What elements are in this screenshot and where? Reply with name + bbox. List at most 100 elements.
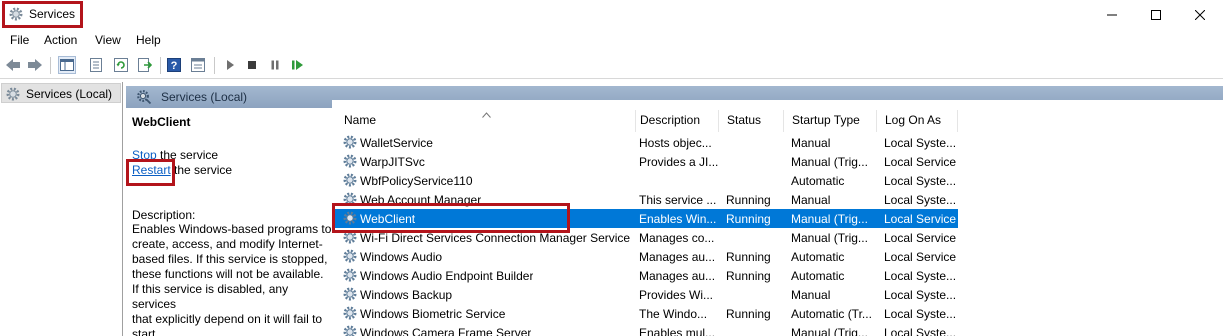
menu-view[interactable]: View	[95, 33, 121, 47]
menu-action[interactable]: Action	[44, 33, 77, 47]
title-bar: Services	[0, 0, 1223, 30]
start-icon	[227, 60, 234, 70]
view-icon	[191, 58, 205, 72]
description-text: Enables Windows-based programs to create…	[132, 222, 332, 336]
service-status-cell: Running	[726, 250, 771, 264]
service-startup-type-cell: Manual	[791, 136, 831, 150]
service-name-cell: Windows Audio	[360, 250, 443, 264]
service-row[interactable]: Windows Biometric Service The Windo... Run…	[332, 304, 958, 323]
service-name-cell: WalletService	[360, 136, 433, 150]
service-description-cell: Manages au...	[639, 250, 716, 264]
view-button[interactable]	[189, 56, 207, 74]
column-header-status[interactable]: Status	[719, 110, 784, 132]
restart-icon	[292, 60, 303, 70]
service-row[interactable]: WalletService Hosts objec... Manual Local S…	[332, 133, 958, 152]
forward-button[interactable]	[26, 56, 44, 74]
service-gear-icon	[343, 249, 357, 263]
menu-help[interactable]: Help	[136, 33, 161, 47]
service-log-on-as-cell: Local Syste...	[884, 269, 957, 283]
service-row[interactable]: WbfPolicyService110 Automatic Local Syste.…	[332, 171, 958, 190]
pause-service-button[interactable]	[266, 56, 284, 74]
column-header-startup-type[interactable]: Startup Type	[784, 110, 877, 132]
console-tree-icon	[60, 59, 74, 71]
column-header-log-on-as[interactable]: Log On As	[877, 110, 958, 132]
service-gear-icon	[343, 325, 357, 336]
start-service-button[interactable]	[221, 56, 239, 74]
refresh-button[interactable]	[112, 56, 130, 74]
service-gear-icon	[343, 268, 357, 282]
service-row[interactable]: Windows Audio Endpoint Builder Manages au…	[332, 266, 958, 285]
forward-icon	[28, 59, 42, 71]
service-startup-type-cell: Automatic	[791, 250, 845, 264]
service-description-cell: This service ...	[639, 193, 717, 207]
service-log-on-as-cell: Local Syste...	[884, 174, 957, 188]
column-header-description[interactable]: Description	[632, 110, 719, 132]
service-description-cell: Provides a JI...	[639, 155, 719, 169]
properties-icon	[90, 58, 102, 72]
service-startup-type-cell: Manual (Trig...	[791, 212, 868, 226]
properties-button[interactable]	[87, 56, 105, 74]
service-name-cell: Wi-Fi Direct Services Connection Manager…	[360, 231, 631, 245]
service-name-cell: Windows Camera Frame Server	[360, 326, 532, 336]
help-button[interactable]: ?	[165, 56, 183, 74]
service-log-on-as-cell: Local Syste...	[884, 326, 957, 336]
service-status-cell: Running	[726, 212, 771, 226]
service-startup-type-cell: Automatic	[791, 174, 845, 188]
service-log-on-as-cell: Local Syste...	[884, 193, 957, 207]
service-startup-type-cell: Manual (Trig...	[791, 231, 868, 245]
service-description-cell: Hosts objec...	[639, 136, 712, 150]
service-row[interactable]: Windows Audio Manages au... Running Automat…	[332, 247, 958, 266]
service-log-on-as-cell: Local Syste...	[884, 136, 957, 150]
maximize-icon	[1151, 10, 1161, 20]
restart-highlight-box	[126, 159, 175, 186]
service-name-cell: Windows Backup	[360, 288, 453, 302]
minimize-icon	[1107, 14, 1117, 16]
toolbar-separator	[214, 57, 215, 74]
service-description-cell: The Windo...	[639, 307, 708, 321]
tree-item-services-local[interactable]: Services (Local)	[1, 83, 121, 103]
service-startup-type-cell: Automatic	[791, 269, 845, 283]
restart-service-button[interactable]	[289, 56, 307, 74]
window-title: Services	[29, 7, 76, 21]
service-startup-type-cell: Automatic (Tr...	[791, 307, 872, 321]
service-description-cell: Manages au...	[639, 269, 716, 283]
back-icon	[6, 59, 20, 71]
service-name-cell: Windows Biometric Service	[360, 307, 506, 321]
menu-file[interactable]: File	[10, 33, 29, 47]
back-button[interactable]	[4, 56, 22, 74]
service-log-on-as-cell: Local Syste...	[884, 307, 957, 321]
close-button[interactable]	[1177, 0, 1223, 30]
service-gear-icon	[343, 173, 357, 187]
toolbar: ?	[0, 52, 1223, 79]
service-startup-type-cell: Manual	[791, 288, 831, 302]
show-console-tree-button[interactable]	[58, 56, 76, 74]
service-row[interactable]: Windows Backup Provides Wi... Manual Local …	[332, 285, 958, 304]
service-log-on-as-cell: Local Service	[884, 250, 957, 264]
services-gear-icon	[6, 87, 20, 101]
service-description-cell: Enables mul...	[639, 326, 716, 336]
service-description-pane: WebClient Stop the service Restart the s…	[126, 108, 332, 336]
service-status-cell: Running	[726, 193, 771, 207]
export-list-button[interactable]	[136, 56, 154, 74]
service-row[interactable]: Windows Camera Frame Server Enables mul..…	[332, 323, 958, 336]
services-list: Name Description Status Startup Type Log…	[332, 100, 1223, 336]
service-startup-type-cell: Manual (Trig...	[791, 326, 868, 336]
close-icon	[1195, 10, 1205, 20]
service-row[interactable]: WarpJITSvc Provides a JI... Manual (Trig..…	[332, 152, 958, 171]
console-tree-pane: Services (Local)	[0, 82, 123, 336]
tree-item-label: Services (Local)	[26, 87, 113, 101]
service-log-on-as-cell: Local Service	[884, 212, 957, 226]
service-status-cell: Running	[726, 269, 771, 283]
column-header-name[interactable]: Name	[336, 110, 636, 132]
minimize-button[interactable]	[1089, 0, 1135, 30]
webclient-highlight-box	[332, 203, 570, 233]
refresh-icon	[114, 58, 128, 72]
stop-service-button[interactable]	[243, 56, 261, 74]
service-gear-icon	[343, 154, 357, 168]
service-gear-icon	[343, 306, 357, 320]
service-log-on-as-cell: Local Service	[884, 155, 957, 169]
maximize-button[interactable]	[1133, 0, 1179, 30]
list-header: Name Description Status Startup Type Log…	[332, 110, 1223, 132]
services-gear-icon	[9, 7, 23, 21]
selected-service-name: WebClient	[132, 115, 191, 129]
